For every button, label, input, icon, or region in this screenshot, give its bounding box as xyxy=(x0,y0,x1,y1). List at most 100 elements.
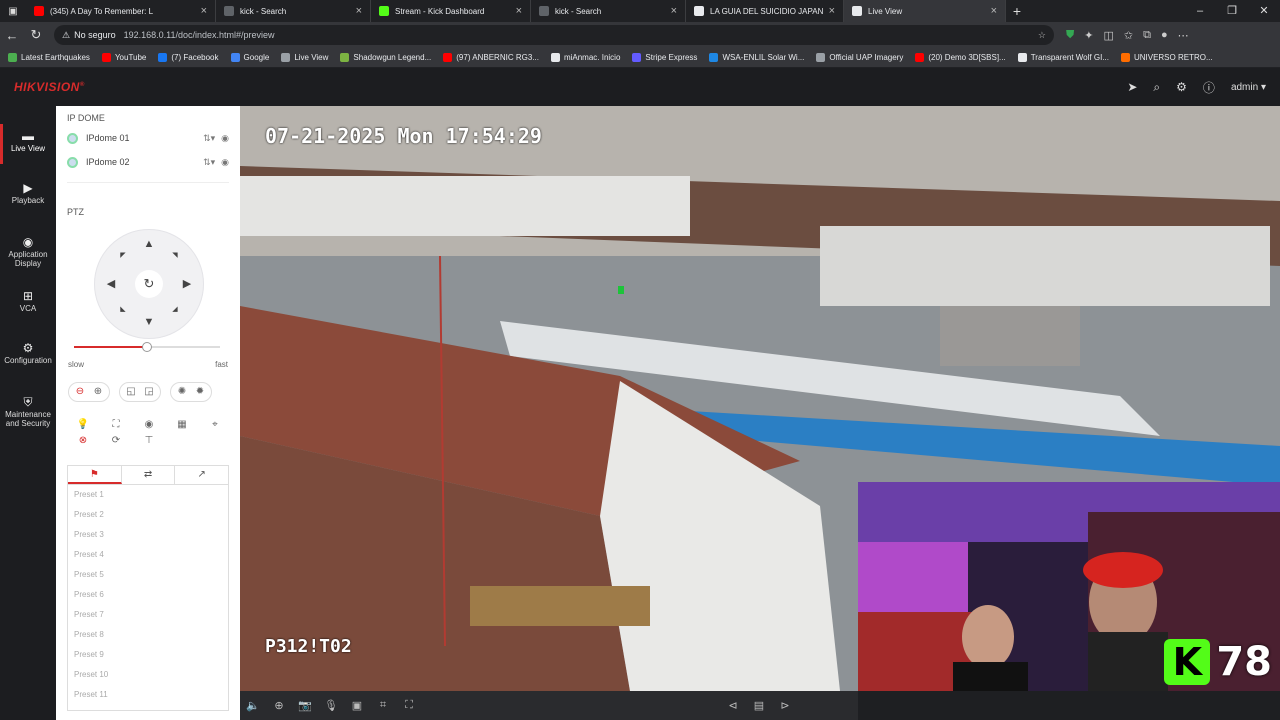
ptz-right-arrow[interactable]: ▶ xyxy=(180,277,194,291)
browser-tab[interactable]: Live View × xyxy=(844,0,1006,22)
ptz-up-right-arrow[interactable]: ◥ xyxy=(168,249,182,263)
stream-select-icon[interactable]: ⇅▾ xyxy=(203,133,215,144)
info-icon[interactable]: ⓘ xyxy=(1203,79,1215,96)
preset-item[interactable]: Preset 6 xyxy=(68,585,228,605)
nav-item[interactable]: ▶ Playback xyxy=(0,182,56,205)
previous-icon[interactable]: ⊲ xyxy=(720,699,746,712)
tab-actions-icon[interactable]: ▣ xyxy=(0,6,26,17)
bookmark-item[interactable]: Official UAP Imagery xyxy=(816,53,903,62)
record-icon[interactable]: ◉ xyxy=(221,133,229,144)
ptz-up-arrow[interactable]: ▲ xyxy=(142,237,156,251)
nav-item[interactable]: ⛨ Maintenance and Security xyxy=(0,396,56,428)
bookmark-item[interactable]: WSA-ENLIL Solar Wi... xyxy=(709,53,804,62)
split-view-icon[interactable]: ◫ xyxy=(1103,29,1113,42)
zoom-in-icon[interactable]: ⊕ xyxy=(89,383,107,401)
browser-tab[interactable]: kick - Search × xyxy=(531,0,686,22)
close-icon[interactable]: ✕ xyxy=(1248,0,1280,22)
close-tab-icon[interactable]: × xyxy=(671,5,677,17)
search-icon[interactable]: ⌕ xyxy=(1153,80,1160,95)
more-menu-icon[interactable]: ⋯ xyxy=(1178,29,1189,42)
new-tab-button[interactable]: + xyxy=(1006,3,1028,19)
favorites-icon[interactable]: ✩ xyxy=(1124,29,1133,42)
url-input[interactable]: ⚠ No seguro 192.168.0.11/doc/index.html#… xyxy=(54,25,1054,45)
ptz-speed-handle[interactable] xyxy=(142,342,152,352)
collections-icon[interactable]: ⧉ xyxy=(1143,29,1151,42)
ptz-down-left-arrow[interactable]: ◣ xyxy=(116,303,130,317)
close-tab-icon[interactable]: × xyxy=(516,5,522,17)
region-focus-icon[interactable]: ⌗ xyxy=(370,699,396,712)
stream-select-icon[interactable]: ⇅▾ xyxy=(203,157,215,168)
bookmark-item[interactable]: Transparent Wolf GI... xyxy=(1017,53,1109,62)
preset-item[interactable]: Preset 4 xyxy=(68,545,228,565)
profile-avatar[interactable]: ● xyxy=(1161,29,1168,42)
maximize-icon[interactable]: ❐ xyxy=(1216,0,1248,22)
tab-presets[interactable]: ⚑ xyxy=(68,466,122,484)
close-tab-icon[interactable]: × xyxy=(991,5,997,17)
grid-icon[interactable]: ▦ xyxy=(173,416,191,434)
bookmark-item[interactable]: Shadowgun Legend... xyxy=(340,53,431,62)
tab-patterns[interactable]: ↗ xyxy=(175,466,228,484)
microphone-icon[interactable]: 🎙 xyxy=(318,699,344,712)
preset-item[interactable]: Preset 8 xyxy=(68,625,228,645)
preset-item[interactable]: Preset 2 xyxy=(68,505,228,525)
user-menu[interactable]: admin ▾ xyxy=(1231,82,1266,93)
bookmark-item[interactable]: miAnmac. Inicio xyxy=(550,53,620,62)
tab-patrols[interactable]: ⇄ xyxy=(122,466,176,484)
preset-item[interactable]: Preset 3 xyxy=(68,525,228,545)
nav-item[interactable]: ▬ Live View xyxy=(0,124,56,164)
focus-far-icon[interactable]: ◲ xyxy=(140,383,158,401)
auto-pan-icon[interactable]: ↻ xyxy=(135,270,163,298)
ptz-down-right-arrow[interactable]: ◢ xyxy=(168,303,182,317)
preset-item[interactable]: Preset 11 xyxy=(68,685,228,705)
ptz-down-arrow[interactable]: ▼ xyxy=(142,315,156,329)
reload-icon[interactable]: ↻ xyxy=(24,27,48,43)
close-tab-icon[interactable]: × xyxy=(201,5,207,17)
park-icon[interactable]: ⊤ xyxy=(140,432,158,450)
preset-item[interactable]: Preset 9 xyxy=(68,645,228,665)
focus-near-icon[interactable]: ◱ xyxy=(122,383,140,401)
preset-item[interactable]: Preset 7 xyxy=(68,605,228,625)
nav-item[interactable]: ⚙ Configuration xyxy=(0,342,56,365)
extension-shield-icon[interactable]: ⛊ xyxy=(1066,29,1074,42)
bookmark-item[interactable]: (97) ANBERNIC RG3... xyxy=(443,53,539,62)
browser-tab[interactable]: LA GUIA DEL SUICIDIO JAPAN - E × xyxy=(686,0,844,22)
bookmark-item[interactable]: UNIVERSO RETRO... xyxy=(1120,53,1213,62)
minimize-icon[interactable]: – xyxy=(1184,0,1216,22)
record-clip-icon[interactable]: ▣ xyxy=(344,699,370,712)
bookmark-item[interactable]: YouTube xyxy=(101,53,146,62)
lens-init-icon[interactable]: ⟳ xyxy=(107,432,125,450)
record-icon[interactable]: ◉ xyxy=(221,157,229,168)
next-icon[interactable]: ⊳ xyxy=(772,699,798,712)
bookmark-item[interactable]: Google xyxy=(230,53,269,62)
back-icon[interactable]: ← xyxy=(0,28,24,43)
browser-tab[interactable]: Stream - Kick Dashboard × xyxy=(371,0,531,22)
3d-zoom-icon[interactable]: ⊗ xyxy=(74,432,92,450)
preset-item[interactable]: Preset 10 xyxy=(68,665,228,685)
preset-item[interactable]: Preset 5 xyxy=(68,565,228,585)
ptz-up-left-arrow[interactable]: ◤ xyxy=(116,249,130,263)
ptz-left-arrow[interactable]: ◀ xyxy=(104,277,118,291)
star-icon[interactable]: ☆ xyxy=(1038,30,1046,41)
volume-icon[interactable]: 🔈 xyxy=(240,699,266,712)
browser-tab[interactable]: kick - Search × xyxy=(216,0,371,22)
zoom-out-icon[interactable]: ⊖ xyxy=(71,383,89,401)
extensions-icon[interactable]: ✦ xyxy=(1084,29,1093,42)
preset-item[interactable]: Preset 1 xyxy=(68,485,228,505)
nav-item[interactable]: ⊞ VCA xyxy=(0,290,56,313)
iris-close-icon[interactable]: ✹ xyxy=(191,383,209,401)
bookmark-item[interactable]: (7) Facebook xyxy=(158,53,219,62)
iris-open-icon[interactable]: ✺ xyxy=(173,383,191,401)
digital-zoom-icon[interactable]: ⊕ xyxy=(266,699,292,712)
camera-item-1[interactable]: IPdome 01 ⇅▾ ◉ xyxy=(67,127,229,149)
nav-item[interactable]: ◉ Application Display xyxy=(0,236,56,268)
settings-shortcut-icon[interactable]: ⚙ xyxy=(1176,80,1187,94)
send-icon[interactable]: ➤ xyxy=(1127,80,1137,94)
bookmark-item[interactable]: (20) Demo 3D[SBS]... xyxy=(915,53,1006,62)
browser-tab[interactable]: (345) A Day To Remember: L × xyxy=(26,0,216,22)
manual-tracking-icon[interactable]: ⌖ xyxy=(206,416,224,434)
stop-all-icon[interactable]: ▤ xyxy=(746,699,772,712)
close-tab-icon[interactable]: × xyxy=(356,5,362,17)
bookmark-item[interactable]: Latest Earthquakes xyxy=(8,53,90,62)
snapshot-icon[interactable]: 📷 xyxy=(292,699,318,712)
bookmark-item[interactable]: Live View xyxy=(281,53,328,62)
